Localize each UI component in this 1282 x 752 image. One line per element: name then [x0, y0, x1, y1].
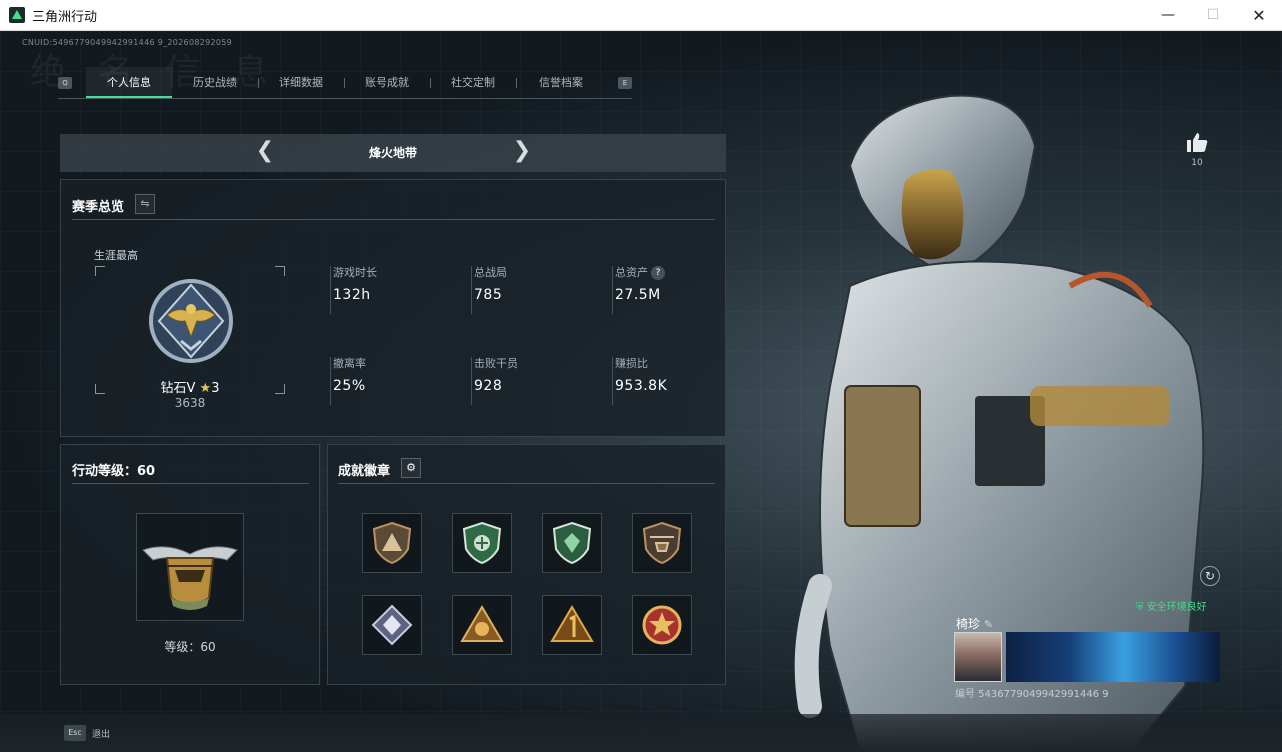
star-medal-badge-icon — [642, 605, 682, 645]
stat-label: 总资产? — [615, 266, 732, 280]
achievement-badge[interactable] — [362, 513, 422, 573]
level-value-label: 等级：60 — [164, 640, 216, 654]
exit-label[interactable]: 退出 — [92, 727, 110, 740]
number-one-triangle-badge-icon — [550, 605, 594, 642]
silver-diamond-badge-icon — [371, 604, 413, 646]
thumbs-up-icon[interactable] — [1185, 131, 1209, 153]
achievement-badge[interactable] — [632, 595, 692, 655]
stat-label: 游戏时长 — [333, 266, 377, 279]
helicopter-shield-badge-icon — [642, 521, 682, 565]
stat-value: 928 — [474, 378, 503, 394]
gold-star-icon: ★ — [199, 381, 212, 396]
refresh-icon[interactable]: ↻ — [1200, 566, 1220, 586]
window-title: 三角洲行动 — [32, 9, 98, 25]
stat-value: 953.8K — [615, 378, 668, 394]
window-titlebar: 三角洲行动 — ☐ ✕ — [0, 0, 1282, 31]
tab-social-customization[interactable]: 社交定制 — [430, 67, 516, 98]
tab-prev-key-hint[interactable]: Q — [58, 77, 72, 89]
stat-value: 132h — [333, 287, 371, 303]
stat-label: 撤离率 — [333, 357, 366, 370]
title-divider — [72, 483, 309, 484]
rank-points: 3638 — [174, 396, 206, 410]
stat-total-matches: 总战局 785 — [471, 266, 591, 314]
stat-label: 总战局 — [474, 266, 507, 279]
title-divider — [72, 219, 715, 220]
achievement-badge[interactable] — [542, 513, 602, 573]
achievement-badge[interactable] — [542, 595, 602, 655]
tab-match-history[interactable]: 历史战绩 — [172, 67, 258, 98]
like-count: 10 — [1191, 158, 1203, 168]
help-icon[interactable]: ? — [651, 266, 665, 280]
app-logo-icon — [9, 7, 25, 23]
stat-label-text: 总资产 — [615, 266, 648, 279]
shield-check-icon: ⛨ — [1136, 602, 1144, 613]
stat-value: 25% — [333, 378, 366, 394]
esc-key-hint[interactable]: Esc — [64, 725, 86, 741]
game-mode-selector: 烽火地带 ❮ ❯ — [60, 134, 726, 172]
stat-value: 27.5M — [615, 287, 661, 303]
like-area: 10 — [1182, 131, 1212, 168]
frame-corner — [95, 266, 105, 276]
stat-total-assets: 总资产? 27.5M — [612, 266, 732, 314]
tab-next-key-hint[interactable]: E — [618, 77, 632, 89]
player-id: 编号 5436779049942991446 9 — [955, 689, 1109, 700]
rank-star-count: 3 — [211, 381, 220, 396]
frame-corner — [275, 266, 285, 276]
achievement-badge[interactable] — [452, 595, 512, 655]
career-best-label: 生涯最高 — [94, 249, 138, 262]
tab-account-achievements[interactable]: 账号成就 — [344, 67, 430, 98]
gold-triangle-badge-icon — [460, 605, 504, 642]
game-viewport: CNUID:5496779049942991446 9_202608292059… — [0, 31, 1282, 752]
close-button[interactable]: ✕ — [1236, 0, 1282, 30]
player-name-line: 椅珍 ✎ — [956, 615, 993, 632]
safe-environment-text: 安全环境良好 — [1146, 602, 1207, 613]
frame-corner — [275, 384, 285, 394]
stat-profit-loss-ratio: 赚损比 953.8K — [612, 357, 732, 405]
achievement-badge[interactable] — [632, 513, 692, 573]
rank-tier-label: 钻石V — [160, 381, 196, 396]
switch-icon[interactable]: ⇋ — [135, 194, 155, 214]
frame-corner — [95, 384, 105, 394]
minimize-button[interactable]: — — [1145, 0, 1191, 30]
stat-label: 赚损比 — [615, 357, 648, 370]
achievement-badge[interactable] — [362, 595, 422, 655]
action-level-title: 行动等级：60 — [72, 464, 156, 479]
rank-name-line: 钻石V ★3 — [110, 377, 270, 396]
shield-triangle-badge-icon — [372, 521, 412, 565]
tab-personal-info[interactable]: 个人信息 — [86, 67, 172, 98]
stat-play-time: 游戏时长 132h — [330, 266, 450, 314]
player-name: 椅珍 — [956, 617, 981, 631]
diamond-rank-eagle-icon — [149, 279, 233, 363]
chevron-right-icon[interactable]: ❯ — [512, 138, 532, 163]
bottom-bar — [0, 714, 1282, 752]
level-emblem-frame — [136, 513, 244, 621]
game-mode-name: 烽火地带 — [368, 146, 417, 160]
maximize-button[interactable]: ☐ — [1190, 0, 1236, 30]
gear-icon[interactable]: ⚙ — [401, 458, 421, 478]
stat-extraction-rate: 撤离率 25% — [330, 357, 450, 405]
edit-pencil-icon[interactable]: ✎ — [984, 618, 993, 631]
achievement-badges-title: 成就徽章 — [338, 464, 391, 479]
title-divider — [338, 483, 715, 484]
achievement-badge[interactable] — [452, 513, 512, 573]
stat-label: 击败干员 — [474, 357, 518, 370]
green-shield-badge-icon — [462, 521, 502, 565]
safe-environment-status: ⛨ 安全环境良好 — [1136, 598, 1207, 613]
stat-operators-defeated: 击败干员 928 — [471, 357, 591, 405]
chevron-left-icon[interactable]: ❮ — [255, 138, 275, 163]
stat-value: 785 — [474, 287, 503, 303]
tab-reputation-record[interactable]: 信誉档案 — [516, 67, 606, 98]
season-overview-title: 赛季总览 — [72, 200, 125, 215]
player-card-banner — [1006, 632, 1220, 682]
tab-detailed-data[interactable]: 详细数据 — [258, 67, 344, 98]
player-avatar[interactable] — [954, 632, 1002, 682]
profile-tab-bar: Q 个人信息 历史战绩 详细数据 账号成就 社交定制 信誉档案 E — [58, 67, 632, 99]
helicopter-wings-emblem-icon — [142, 546, 238, 610]
green-shield-gem-badge-icon — [552, 521, 592, 565]
